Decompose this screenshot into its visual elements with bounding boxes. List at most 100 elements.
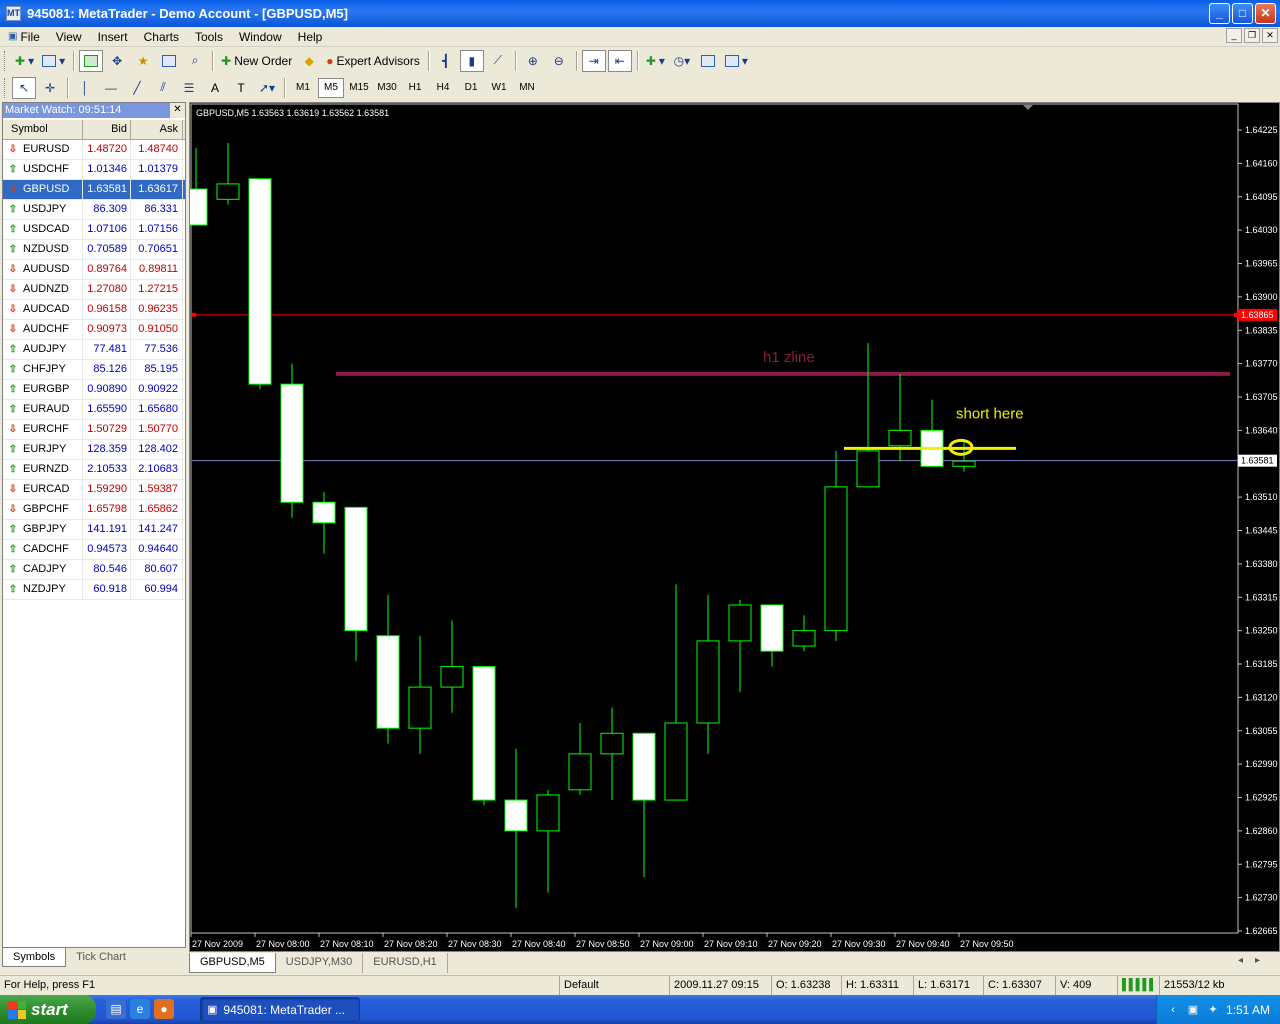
maximize-button[interactable]: □ xyxy=(1232,3,1253,24)
table-row[interactable]: ⇧ EURJPY 128.359 128.402 xyxy=(3,440,185,460)
templates-icon[interactable] xyxy=(696,50,720,72)
strategy-tester-icon[interactable]: ⌕ xyxy=(183,50,207,72)
table-row[interactable]: ⇩ GBPUSD 1.63581 1.63617 xyxy=(3,180,185,200)
show-desktop-icon[interactable]: ▤ xyxy=(106,999,126,1019)
new-order-button[interactable]: ✚ New Order xyxy=(218,50,295,72)
menu-insert[interactable]: Insert xyxy=(90,30,136,44)
price-label: 1.62860 xyxy=(1245,826,1278,836)
table-row[interactable]: ⇧ EURGBP 0.90890 0.90922 xyxy=(3,380,185,400)
col-ask[interactable]: Ask xyxy=(131,120,183,139)
tf-w1[interactable]: W1 xyxy=(486,78,512,98)
zoom-out-icon[interactable]: ⊖ xyxy=(547,50,571,72)
vertical-line-icon[interactable]: │ xyxy=(73,77,97,99)
data-window-icon[interactable]: ✥ xyxy=(105,50,129,72)
tf-m5[interactable]: M5 xyxy=(318,77,344,98)
table-row[interactable]: ⇧ USDCAD 1.07106 1.07156 xyxy=(3,220,185,240)
table-row[interactable]: ⇩ GBPCHF 1.65798 1.65862 xyxy=(3,500,185,520)
row-bid: 0.94573 xyxy=(83,540,131,559)
menu-window[interactable]: Window xyxy=(231,30,290,44)
volume-icon[interactable]: ✦ xyxy=(1206,1003,1220,1017)
bar-chart-icon[interactable]: ┫ xyxy=(434,50,458,72)
menu-help[interactable]: Help xyxy=(290,30,331,44)
table-row[interactable]: ⇧ USDJPY 86.309 86.331 xyxy=(3,200,185,220)
network-icon[interactable]: ▣ xyxy=(1186,1003,1200,1017)
table-row[interactable]: ⇩ AUDUSD 0.89764 0.89811 xyxy=(3,260,185,280)
candlestick-icon[interactable]: ▮ xyxy=(459,49,484,72)
crosshair-icon[interactable]: ✛ xyxy=(38,77,62,99)
firefox-icon[interactable]: ● xyxy=(154,999,174,1019)
taskbar-item-metatrader[interactable]: ▣ 945081: MetaTrader ... xyxy=(200,997,360,1022)
chart-tab-usdjpy-m30[interactable]: USDJPY,M30 xyxy=(276,953,364,973)
tf-mn[interactable]: MN xyxy=(514,78,540,98)
chart-tab-eurusd-h1[interactable]: EURUSD,H1 xyxy=(363,953,448,973)
menu-tools[interactable]: Tools xyxy=(187,30,231,44)
market-watch-close-button[interactable]: ✕ xyxy=(170,103,185,118)
table-row[interactable]: ⇩ EURUSD 1.48720 1.48740 xyxy=(3,140,185,160)
cursor-icon[interactable]: ↖ xyxy=(12,76,36,99)
tray-expand-icon[interactable]: ‹ xyxy=(1166,1003,1180,1017)
table-row[interactable]: ⇧ USDCHF 1.01346 1.01379 xyxy=(3,160,185,180)
expert-advisors-button[interactable]: ● Expert Advisors xyxy=(323,50,423,72)
table-row[interactable]: ⇧ CHFJPY 85.126 85.195 xyxy=(3,360,185,380)
minimize-button[interactable]: _ xyxy=(1209,3,1230,24)
auto-scroll-icon[interactable]: ⇥ xyxy=(581,49,606,72)
col-symbol[interactable]: Symbol xyxy=(3,120,83,139)
fibonacci-icon[interactable]: ☰ xyxy=(177,77,201,99)
mdi-restore-button[interactable]: ❐ xyxy=(1244,28,1260,43)
tf-m30[interactable]: M30 xyxy=(374,78,400,98)
table-row[interactable]: ⇩ EURCAD 1.59290 1.59387 xyxy=(3,480,185,500)
chart-tab-gbpusd-m5[interactable]: GBPUSD,M5 xyxy=(189,953,276,973)
tab-tick-chart[interactable]: Tick Chart xyxy=(66,948,136,967)
new-chart-icon[interactable]: ✚ ▾ xyxy=(12,50,37,72)
chart-properties-icon[interactable]: ▾ xyxy=(722,50,751,72)
start-button[interactable]: start xyxy=(0,995,96,1024)
tf-h1[interactable]: H1 xyxy=(402,78,428,98)
profiles-icon[interactable]: ▾ xyxy=(39,50,68,72)
tf-m1[interactable]: M1 xyxy=(290,78,316,98)
market-watch-toggle-icon[interactable] xyxy=(79,49,104,72)
menu-file[interactable]: ▣ File xyxy=(0,30,48,44)
table-row[interactable]: ⇧ EURAUD 1.65590 1.65680 xyxy=(3,400,185,420)
trendline-icon[interactable]: ╱ xyxy=(125,77,149,99)
internet-explorer-icon[interactable]: e xyxy=(130,999,150,1019)
table-row[interactable]: ⇧ CADJPY 80.546 80.607 xyxy=(3,560,185,580)
chart-window[interactable]: 1.64225 1.64160 1.64095 1.64030 1.63965 1.639… xyxy=(189,102,1280,952)
periods-icon[interactable]: ◷▾ xyxy=(670,50,694,72)
table-row[interactable]: ⇩ AUDCAD 0.96158 0.96235 xyxy=(3,300,185,320)
table-row[interactable]: ⇧ CADCHF 0.94573 0.94640 xyxy=(3,540,185,560)
table-row[interactable]: ⇩ EURCHF 1.50729 1.50770 xyxy=(3,420,185,440)
chart-shift-icon[interactable]: ⇤ xyxy=(607,49,632,72)
indicators-icon[interactable]: ✚ ▾ xyxy=(643,50,668,72)
tf-d1[interactable]: D1 xyxy=(458,78,484,98)
candle-body xyxy=(792,630,816,647)
table-row[interactable]: ⇩ AUDCHF 0.90973 0.91050 xyxy=(3,320,185,340)
zoom-in-icon[interactable]: ⊕ xyxy=(521,50,545,72)
close-button[interactable]: ✕ xyxy=(1255,3,1276,24)
row-symbol: EURCHF xyxy=(23,423,69,435)
text-tool-button[interactable]: A xyxy=(203,77,227,99)
table-row[interactable]: ⇧ AUDJPY 77.481 77.536 xyxy=(3,340,185,360)
label-tool-button[interactable]: T xyxy=(229,77,253,99)
mdi-close-button[interactable]: ✕ xyxy=(1262,28,1278,43)
terminal-icon[interactable] xyxy=(157,50,181,72)
table-row[interactable]: ⇧ NZDJPY 60.918 60.994 xyxy=(3,580,185,600)
horizontal-line-icon[interactable]: — xyxy=(99,77,123,99)
col-bid[interactable]: Bid xyxy=(83,120,131,139)
chart-tab-scroll-icon[interactable]: ◂▸ xyxy=(1238,955,1272,966)
table-row[interactable]: ⇧ EURNZD 2.10533 2.10683 xyxy=(3,460,185,480)
tab-symbols[interactable]: Symbols xyxy=(2,948,67,967)
metaeditor-icon[interactable]: ◆ xyxy=(297,50,321,72)
tf-m15[interactable]: M15 xyxy=(346,78,372,98)
menu-charts[interactable]: Charts xyxy=(136,30,187,44)
table-row[interactable]: ⇧ GBPJPY 141.191 141.247 xyxy=(3,520,185,540)
arrows-icon[interactable]: ➚▾ xyxy=(255,77,279,99)
navigator-icon[interactable]: ★ xyxy=(131,50,155,72)
table-row[interactable]: ⇧ NZDUSD 0.70589 0.70651 xyxy=(3,240,185,260)
mdi-minimize-button[interactable]: _ xyxy=(1226,28,1242,43)
price-chart[interactable]: 1.64225 1.64160 1.64095 1.64030 1.63965 1.639… xyxy=(190,103,1279,951)
table-row[interactable]: ⇩ AUDNZD 1.27080 1.27215 xyxy=(3,280,185,300)
menu-view[interactable]: View xyxy=(48,30,90,44)
channel-icon[interactable]: ⫽ xyxy=(151,77,175,99)
tf-h4[interactable]: H4 xyxy=(430,78,456,98)
line-chart-icon[interactable]: ⟋ xyxy=(486,50,510,72)
